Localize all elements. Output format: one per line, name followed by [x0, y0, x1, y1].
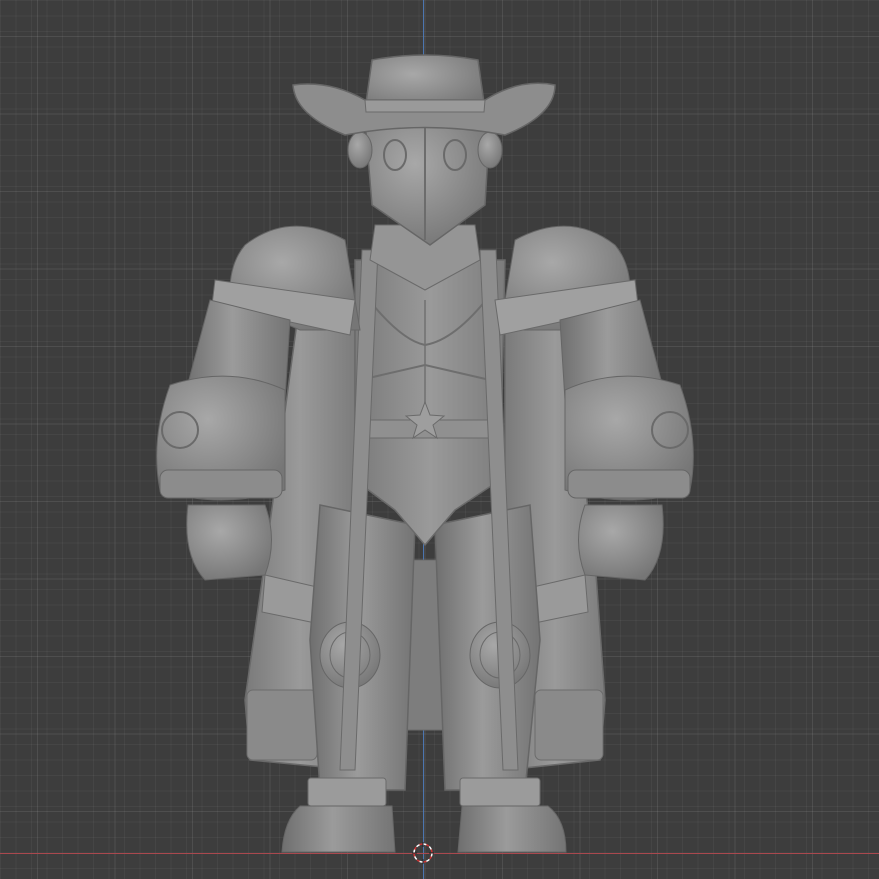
fist-right [578, 504, 664, 581]
ear-piece-left [347, 131, 373, 169]
boot-cuff-right [459, 777, 541, 807]
3d-cursor-icon[interactable] [412, 842, 434, 864]
bracer-rim-left [159, 469, 283, 499]
coat-hem-left [246, 689, 318, 761]
fist-left [186, 504, 272, 581]
boot-cuff-left [307, 777, 387, 807]
boot-right [457, 805, 567, 853]
3d-viewport[interactable] [0, 0, 879, 879]
character-model[interactable] [0, 0, 879, 879]
coat-hem-right [534, 689, 604, 761]
bracer-rim-right [567, 469, 691, 499]
ear-piece-right [477, 131, 503, 169]
boot-left [281, 805, 396, 853]
